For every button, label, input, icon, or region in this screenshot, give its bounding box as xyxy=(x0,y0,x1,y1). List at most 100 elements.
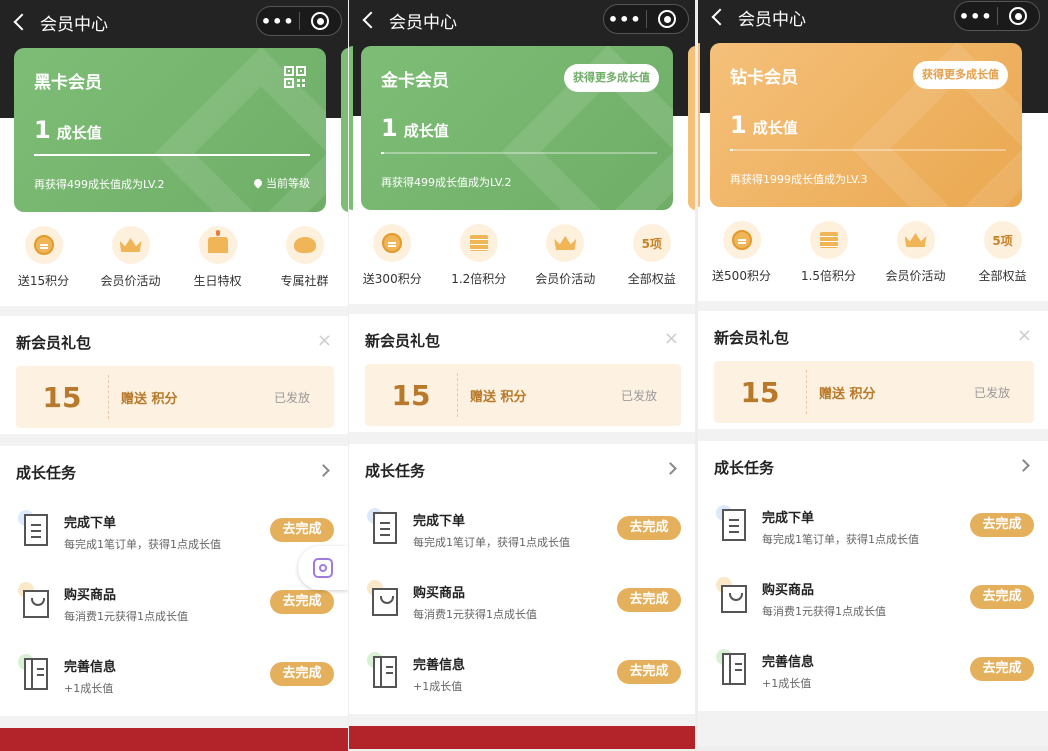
gift-coupon: 15 赠送 积分 已发放 xyxy=(365,364,681,426)
level-up-tip: 再获得499成长值成为LV.2 xyxy=(381,176,512,189)
task-desc: 每消费1元获得1点成长值 xyxy=(64,610,188,623)
benefit-item[interactable]: 会员价活动 xyxy=(522,224,609,294)
close-icon[interactable]: × xyxy=(1017,325,1032,346)
get-more-growth-button[interactable]: 获得更多成长值 xyxy=(913,61,1008,89)
task-title: 完善信息 xyxy=(413,658,466,673)
scan-icon xyxy=(313,558,333,578)
bird-icon xyxy=(285,226,324,264)
growth-tasks: 成长任务 完成下单 每完成1笔订单，获得1点成长值 去完成 购买商品 每消费1元… xyxy=(0,446,348,716)
info-book-icon xyxy=(18,654,52,694)
nav-bar: 会员中心 ••• xyxy=(698,0,1048,39)
benefit-item[interactable]: 1.2倍积分 xyxy=(436,224,523,294)
benefit-item[interactable]: 送500积分 xyxy=(698,221,785,291)
do-task-button[interactable]: 去完成 xyxy=(617,660,681,684)
task-desc: +1成长值 xyxy=(762,677,812,690)
task-item: 完善信息 +1成长值 去完成 xyxy=(349,650,695,710)
new-member-gift: 新会员礼包 × 15 赠送 积分 已发放 xyxy=(0,316,348,434)
more-button[interactable]: ••• xyxy=(604,10,646,29)
growth-progress-bar xyxy=(730,149,1006,151)
do-task-button[interactable]: 去完成 xyxy=(270,590,334,614)
task-title: 购买商品 xyxy=(413,586,466,601)
prev-card-peek[interactable] xyxy=(698,43,700,207)
crown-icon xyxy=(896,221,935,259)
close-icon[interactable]: × xyxy=(664,328,679,349)
benefits-row: 送15积分 会员价活动 生日特权 专属社群 xyxy=(0,226,348,296)
crown-icon xyxy=(111,226,150,264)
growth-value-number: 1 xyxy=(730,111,747,139)
benefits-row: 送500积分 1.5倍积分 会员价活动 5项 全部权益 xyxy=(698,221,1048,291)
nav-bar: 会员中心 ••• xyxy=(349,0,695,42)
do-task-button[interactable]: 去完成 xyxy=(970,585,1034,609)
prev-card-peek[interactable] xyxy=(349,46,353,210)
benefit-item[interactable]: 5项 全部权益 xyxy=(609,224,696,294)
growth-value: 1 成长值 xyxy=(381,114,449,142)
task-desc: 每完成1笔订单，获得1点成长值 xyxy=(762,533,919,546)
next-card-peek[interactable] xyxy=(688,46,695,210)
coupon-divider xyxy=(108,375,109,419)
record-icon xyxy=(311,12,330,30)
record-icon xyxy=(1009,7,1028,25)
current-level-text: 当前等级 xyxy=(266,177,310,190)
benefit-item[interactable]: 会员价活动 xyxy=(87,226,174,296)
gift-coupon: 15 赠送 积分 已发放 xyxy=(16,366,334,428)
benefit-count: 5项 xyxy=(992,233,1013,248)
screen-black-card: 会员中心 ••• 黑卡会员 1 成长值 再获得499成长值成为LV.2 当前等级… xyxy=(0,0,348,751)
benefit-label: 生日特权 xyxy=(193,274,242,288)
benefit-item[interactable]: 1.5倍积分 xyxy=(785,221,872,291)
close-icon[interactable]: × xyxy=(317,330,332,351)
back-icon[interactable] xyxy=(362,11,380,29)
get-more-growth-button[interactable]: 获得更多成长值 xyxy=(564,64,659,92)
all-benefits-badge: 5项 xyxy=(983,221,1022,259)
level-up-tip: 再获得1999成长值成为LV.3 xyxy=(730,173,868,186)
benefit-item[interactable]: 专属社群 xyxy=(261,226,348,296)
more-button[interactable]: ••• xyxy=(257,12,299,31)
more-button[interactable]: ••• xyxy=(955,7,997,26)
chevron-right-icon[interactable] xyxy=(317,464,330,477)
growth-progress-bar xyxy=(381,152,657,154)
task-item: 购买商品 每消费1元获得1点成长值 去完成 xyxy=(0,580,348,640)
growth-progress-bar xyxy=(34,154,310,156)
qr-code-icon[interactable] xyxy=(284,66,306,88)
member-card[interactable]: 金卡会员 获得更多成长值 1 成长值 再获得499成长值成为LV.2 xyxy=(361,46,673,210)
back-icon[interactable] xyxy=(13,13,31,31)
close-miniapp-button[interactable] xyxy=(646,10,688,28)
task-item: 完成下单 每完成1笔订单，获得1点成长值 去完成 xyxy=(0,508,348,568)
do-task-button[interactable]: 去完成 xyxy=(970,657,1034,681)
cake-icon xyxy=(198,226,237,264)
gift-points: 15 xyxy=(42,380,82,414)
task-title: 完成下单 xyxy=(64,516,117,531)
coin-icon xyxy=(722,221,761,259)
shopping-bag-icon xyxy=(18,582,52,622)
next-card-peek[interactable] xyxy=(341,48,348,212)
chevron-right-icon[interactable] xyxy=(664,462,677,475)
benefit-item[interactable]: 5项 全部权益 xyxy=(959,221,1046,291)
gift-points: 15 xyxy=(391,378,431,412)
back-icon[interactable] xyxy=(711,8,729,26)
floating-scan-button[interactable] xyxy=(298,546,348,590)
benefit-item[interactable]: 生日特权 xyxy=(174,226,261,296)
task-title: 购买商品 xyxy=(64,588,117,603)
gift-desc: 赠送 积分 xyxy=(470,389,527,405)
benefit-item[interactable]: 会员价活动 xyxy=(872,221,959,291)
chevron-right-icon[interactable] xyxy=(1017,459,1030,472)
task-item: 完成下单 每完成1笔订单，获得1点成长值 去完成 xyxy=(349,506,695,566)
do-task-button[interactable]: 去完成 xyxy=(270,662,334,686)
do-task-button[interactable]: 去完成 xyxy=(270,518,334,542)
benefit-item[interactable]: 送300积分 xyxy=(349,224,436,294)
member-card[interactable]: 钻卡会员 获得更多成长值 1 成长值 再获得1999成长值成为LV.3 xyxy=(710,43,1022,207)
benefit-label: 1.2倍积分 xyxy=(451,272,507,286)
card-level-name: 金卡会员 xyxy=(381,71,449,91)
tasks-title: 成长任务 xyxy=(714,459,775,477)
bottom-banner xyxy=(0,728,348,751)
info-book-icon xyxy=(716,649,750,689)
member-card[interactable]: 黑卡会员 1 成长值 再获得499成长值成为LV.2 当前等级 xyxy=(14,48,326,212)
close-miniapp-button[interactable] xyxy=(997,7,1039,25)
do-task-button[interactable]: 去完成 xyxy=(617,588,681,612)
benefit-item[interactable]: 送15积分 xyxy=(0,226,87,296)
task-desc: 每完成1笔订单，获得1点成长值 xyxy=(64,538,221,551)
do-task-button[interactable]: 去完成 xyxy=(970,513,1034,537)
stack-icon xyxy=(809,221,848,259)
do-task-button[interactable]: 去完成 xyxy=(617,516,681,540)
page-title: 会员中心 xyxy=(40,14,108,35)
close-miniapp-button[interactable] xyxy=(299,12,341,30)
